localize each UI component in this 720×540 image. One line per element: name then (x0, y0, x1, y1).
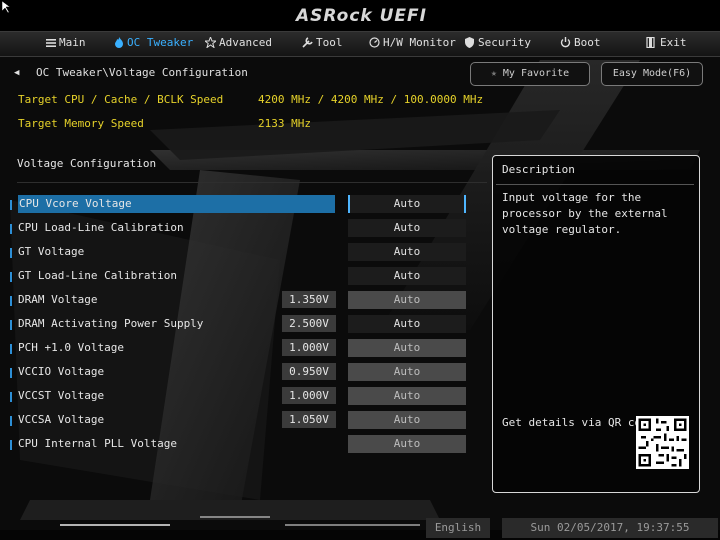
tab-hw-monitor[interactable]: H/W Monitor (369, 35, 456, 51)
star-icon (203, 35, 218, 49)
tab-exit-label: Exit (660, 36, 687, 49)
vccst-voltage-value[interactable]: Auto (348, 387, 466, 405)
my-favorite-button[interactable]: ★ My Favorite (470, 62, 590, 86)
row-indicator (10, 320, 12, 330)
section-title: Voltage Configuration (17, 157, 157, 170)
row-indicator (10, 296, 12, 306)
asrock-uefi-logo: ASRock UEFI (296, 6, 427, 26)
tab-main[interactable]: Main (46, 35, 86, 51)
target-memory-label: Target Memory Speed (18, 117, 144, 130)
cpu-vcore-voltage-value[interactable]: Auto (348, 195, 466, 213)
setting-vccsa-voltage[interactable]: VCCSA Voltage (18, 411, 104, 429)
dram-voltage-value[interactable]: Auto (348, 291, 466, 309)
easy-mode-label: Easy Mode(F6) (612, 68, 692, 79)
tab-tool[interactable]: Tool (302, 35, 343, 51)
target-cpu-label: Target CPU / Cache / BCLK Speed (18, 93, 224, 106)
setting-vccio-voltage[interactable]: VCCIO Voltage (18, 363, 104, 381)
vccsa-voltage-value[interactable]: Auto (348, 411, 466, 429)
breadcrumb: OC Tweaker\Voltage Configuration (36, 66, 248, 79)
vccst-voltage-current: 1.000V (282, 387, 336, 404)
mouse-cursor-icon (2, 1, 11, 13)
tab-oc-tweaker[interactable]: OC Tweaker (114, 35, 193, 51)
tab-advanced-label: Advanced (219, 36, 272, 49)
vccsa-voltage-current: 1.050V (282, 411, 336, 428)
easy-mode-button[interactable]: Easy Mode(F6) (601, 62, 703, 86)
tab-security-label: Security (478, 36, 531, 49)
row-indicator (10, 392, 12, 402)
row-indicator (10, 248, 12, 258)
dram-activating-power-supply-value[interactable]: Auto (348, 315, 466, 333)
gt-load-line-calibration-value[interactable]: Auto (348, 267, 466, 285)
setting-pch-1-0-voltage[interactable]: PCH +1.0 Voltage (18, 339, 124, 357)
gt-voltage-value[interactable]: Auto (348, 243, 466, 261)
my-favorite-label: My Favorite (502, 68, 570, 79)
pch-1-0-voltage-current: 1.000V (282, 339, 336, 356)
setting-dram-activating-power-supply[interactable]: DRAM Activating Power Supply (18, 315, 203, 333)
tab-tool-label: Tool (316, 36, 343, 49)
row-indicator (10, 368, 12, 378)
tab-advanced[interactable]: Advanced (203, 35, 272, 51)
row-indicator (10, 272, 12, 282)
setting-cpu-internal-pll-voltage[interactable]: CPU Internal PLL Voltage (18, 435, 177, 453)
flame-icon (115, 37, 123, 48)
qr-code-label: Get details via QR code (502, 416, 655, 429)
star-icon: ★ (490, 68, 497, 79)
target-memory-value: 2133 MHz (258, 117, 311, 130)
pch-1-0-voltage-value[interactable]: Auto (348, 339, 466, 357)
power-icon (560, 37, 571, 48)
nav-bar (0, 31, 720, 57)
date-time-display: Sun 02/05/2017, 19:37:55 (502, 518, 718, 538)
shield-icon (465, 37, 474, 48)
row-indicator (10, 224, 12, 234)
description-title: Description (502, 163, 575, 176)
row-indicator (10, 200, 12, 210)
cpu-internal-pll-voltage-value[interactable]: Auto (348, 435, 466, 453)
monitor-icon (369, 37, 380, 48)
section-divider (17, 182, 487, 183)
qr-code[interactable] (636, 416, 689, 469)
setting-gt-load-line-calibration[interactable]: GT Load-Line Calibration (18, 267, 177, 285)
row-indicator (10, 344, 12, 354)
cpu-load-line-calibration-value[interactable]: Auto (348, 219, 466, 237)
setting-gt-voltage[interactable]: GT Voltage (18, 243, 84, 261)
dram-voltage-current: 1.350V (282, 291, 336, 308)
tab-hw-monitor-label: H/W Monitor (383, 36, 456, 49)
exit-icon (646, 36, 655, 49)
setting-cpu-vcore-voltage[interactable]: CPU Vcore Voltage (18, 195, 335, 213)
dram-activating-power-supply-current: 2.500V (282, 315, 336, 332)
tab-security[interactable]: Security (464, 35, 531, 51)
description-divider (496, 184, 694, 185)
vccio-voltage-current: 0.950V (282, 363, 336, 380)
setting-cpu-load-line-calibration[interactable]: CPU Load-Line Calibration (18, 219, 184, 237)
tool-icon (302, 37, 313, 48)
language-selector[interactable]: English (426, 518, 490, 538)
target-cpu-value: 4200 MHz / 4200 MHz / 100.0000 MHz (258, 93, 484, 106)
tab-main-label: Main (59, 36, 86, 49)
setting-vccst-voltage[interactable]: VCCST Voltage (18, 387, 104, 405)
tab-boot[interactable]: Boot (560, 35, 601, 51)
back-arrow-icon[interactable]: ◀ (14, 68, 19, 78)
tab-boot-label: Boot (574, 36, 601, 49)
tab-exit[interactable]: Exit (646, 35, 687, 51)
vccio-voltage-value[interactable]: Auto (348, 363, 466, 381)
description-text: Input voltage for the processor by the e… (502, 191, 668, 236)
setting-dram-voltage[interactable]: DRAM Voltage (18, 291, 97, 309)
row-indicator (10, 440, 12, 450)
list-icon (46, 39, 56, 47)
tab-oc-tweaker-label: OC Tweaker (127, 36, 194, 49)
row-indicator (10, 416, 12, 426)
